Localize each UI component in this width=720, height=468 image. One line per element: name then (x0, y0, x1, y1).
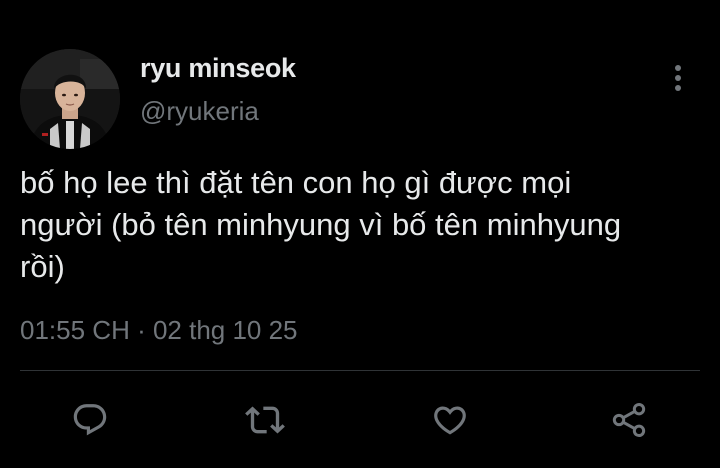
retweet-icon (245, 406, 285, 434)
author-handle[interactable]: @ryukeria (140, 96, 259, 127)
tweet: ryu minseok @ryukeria bố họ lee thì đặt … (0, 0, 720, 468)
like-button[interactable] (428, 398, 472, 442)
more-options-button[interactable] (664, 62, 692, 94)
more-vertical-icon (664, 62, 692, 91)
share-icon (612, 403, 646, 437)
avatar-photo (20, 49, 120, 149)
reply-icon (73, 404, 107, 436)
retweet-button[interactable] (243, 398, 287, 442)
tweet-text: bố họ lee thì đặt tên con họ gì được mọi… (20, 165, 622, 284)
share-button[interactable] (607, 398, 651, 442)
author-display-name[interactable]: ryu minseok (140, 53, 296, 84)
heart-icon (434, 406, 466, 435)
tweet-timestamp[interactable]: 01:55 CH · 02 thg 10 25 (20, 315, 298, 346)
avatar[interactable] (20, 49, 120, 149)
reply-button[interactable] (68, 398, 112, 442)
divider (20, 370, 700, 371)
